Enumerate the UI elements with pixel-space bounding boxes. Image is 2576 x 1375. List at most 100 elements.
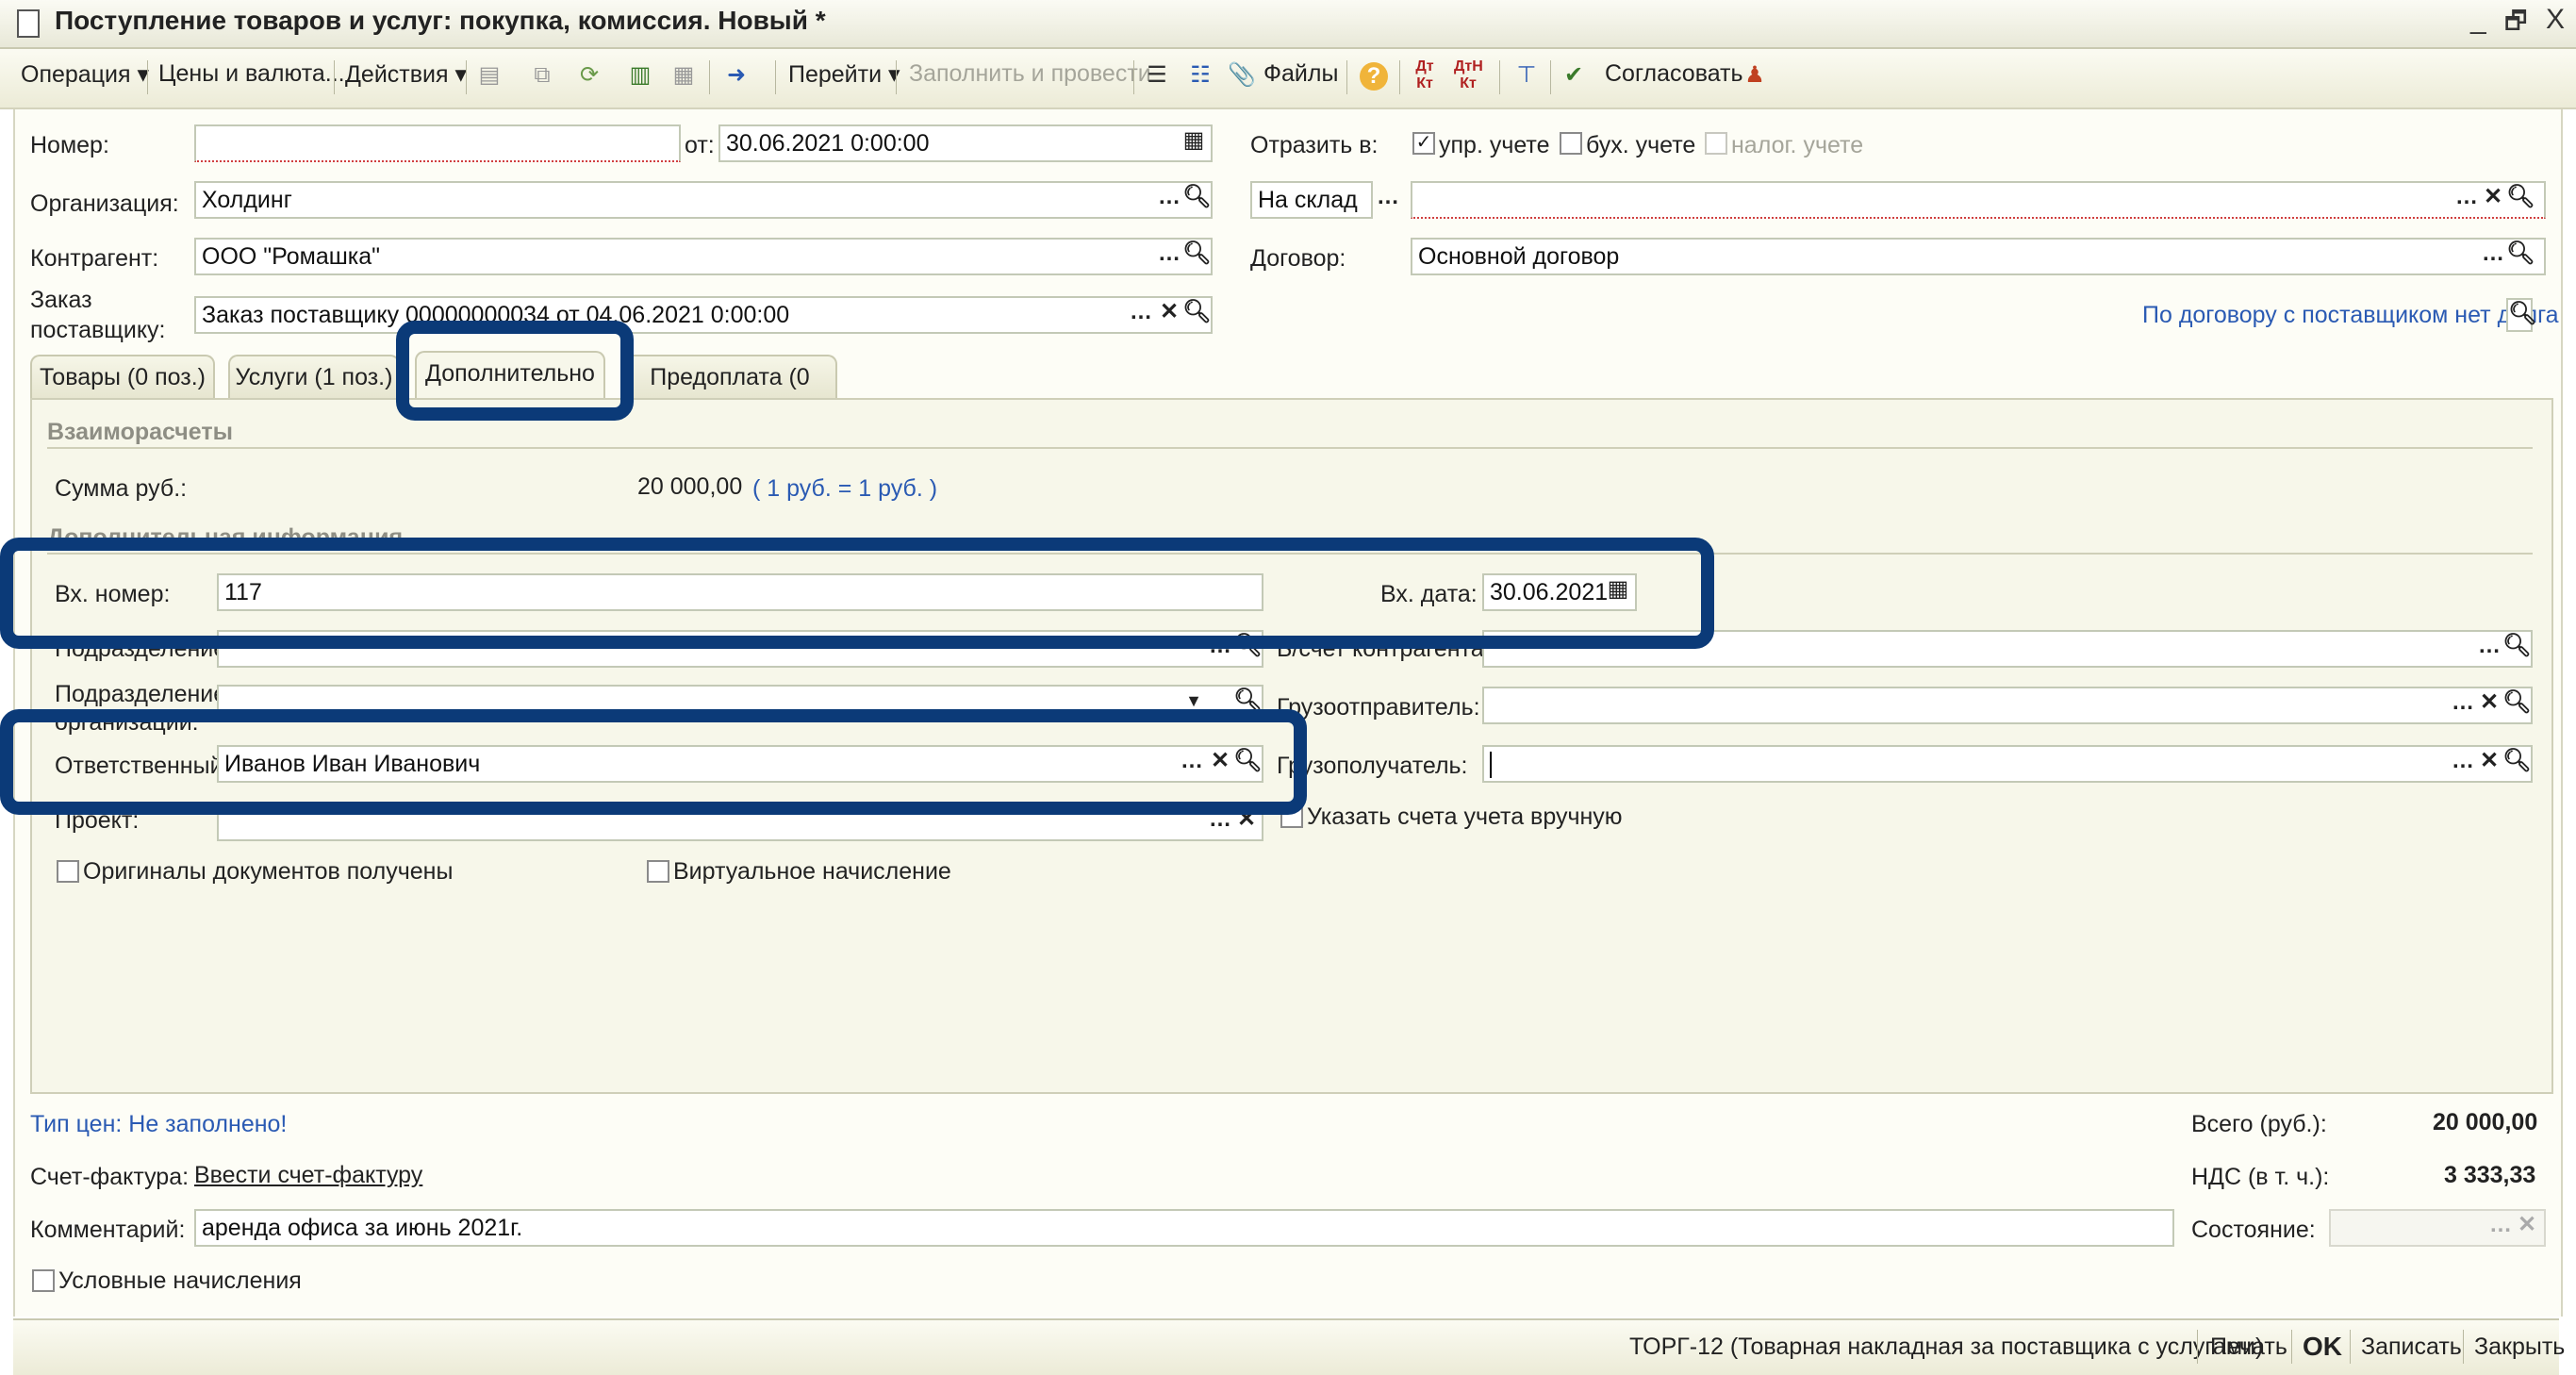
person-icon[interactable]: ♟ bbox=[1741, 58, 1769, 92]
fill-and-post-button[interactable]: Заполнить и провести bbox=[909, 60, 1151, 88]
state-select-button[interactable]: … bbox=[2487, 1211, 2514, 1245]
refresh-doc-icon[interactable]: ⟳ bbox=[575, 58, 603, 92]
print-button[interactable]: Печать bbox=[2210, 1334, 2287, 1361]
total-value: 20 000,00 bbox=[2433, 1109, 2538, 1135]
approve-icon[interactable]: ✔ bbox=[1560, 58, 1588, 92]
accounting-label: бух. учете bbox=[1586, 132, 1696, 158]
consignee-field[interactable] bbox=[1482, 745, 2533, 783]
counterparty-field[interactable]: ООО "Ромашка" bbox=[194, 238, 1213, 275]
copy-doc-icon[interactable]: ⧉ bbox=[528, 58, 556, 92]
close-window-button[interactable]: X bbox=[2546, 4, 2565, 36]
dt-kt-icon[interactable]: Дт Кт bbox=[1411, 58, 1439, 92]
unpost-doc-icon[interactable]: ▦ bbox=[669, 58, 698, 92]
minimize-button[interactable]: _ bbox=[2470, 4, 2486, 36]
number-label: Номер: bbox=[30, 132, 109, 158]
originals-received-checkbox[interactable] bbox=[57, 860, 79, 883]
mgmt-accounting-checkbox[interactable]: ✓ bbox=[1412, 132, 1435, 155]
toolbar-separator bbox=[896, 60, 897, 94]
counterparty-search-icon[interactable]: 🔍︎ bbox=[1182, 240, 1211, 273]
warehouse-clear-icon[interactable]: ✕ bbox=[2480, 183, 2506, 217]
structure-subordination-icon[interactable]: ⊤ bbox=[1512, 58, 1541, 92]
tax-accounting-checkbox[interactable] bbox=[1705, 132, 1727, 155]
dt-kt-n-icon[interactable]: ДтН Кт bbox=[1454, 58, 1483, 92]
exchange-rate-text: ( 1 руб. = 1 руб. ) bbox=[752, 475, 938, 502]
toolbar-separator bbox=[1499, 60, 1500, 94]
shipper-clear-icon[interactable]: ✕ bbox=[2476, 688, 2502, 722]
consignee-search-icon[interactable]: 🔍︎ bbox=[2502, 747, 2531, 781]
tab-prepayment[interactable]: Предоплата (0 поз.) bbox=[622, 355, 837, 432]
section-divider bbox=[47, 447, 2533, 449]
prices-currency-button[interactable]: Цены и валюта... bbox=[158, 60, 345, 88]
toolbar-separator bbox=[1133, 60, 1134, 94]
highlight-responsible bbox=[0, 709, 1307, 815]
bank-account-select-button[interactable]: … bbox=[2476, 632, 2502, 666]
approve-button[interactable]: Согласовать bbox=[1605, 60, 1743, 88]
contract-select-button[interactable]: … bbox=[2480, 240, 2506, 273]
bottombar-separator bbox=[2350, 1330, 2351, 1364]
window-title: Поступление товаров и услуг: покупка, ко… bbox=[55, 6, 826, 35]
torg12-print-button[interactable]: ТОРГ-12 (Товарная накладная за поставщик… bbox=[1629, 1334, 2263, 1361]
restore-button[interactable]: 🗗 bbox=[2504, 4, 2527, 45]
date-field[interactable]: 30.06.2021 0:00:00 bbox=[718, 124, 1213, 162]
bank-account-search-icon[interactable]: 🔍︎ bbox=[2502, 632, 2531, 666]
consignee-clear-icon[interactable]: ✕ bbox=[2476, 747, 2502, 781]
consignee-select-button[interactable]: … bbox=[2450, 747, 2476, 781]
counterparty-select-button[interactable]: … bbox=[1156, 240, 1182, 273]
bottombar-separator bbox=[2291, 1330, 2292, 1364]
operation-menu[interactable]: Операция ▾ bbox=[21, 60, 149, 89]
tab-services[interactable]: Услуги (1 поз.) bbox=[228, 355, 400, 400]
state-clear-icon[interactable]: ✕ bbox=[2514, 1211, 2540, 1245]
warehouse-type-select-button[interactable]: … bbox=[1375, 183, 1401, 217]
order-select-button[interactable]: … bbox=[1128, 298, 1154, 332]
sum-value: 20 000,00 bbox=[637, 473, 743, 500]
structure-icon[interactable]: ☰ bbox=[1143, 58, 1171, 92]
shipper-field[interactable] bbox=[1482, 687, 2533, 724]
order-clear-icon[interactable]: ✕ bbox=[1156, 298, 1182, 332]
contract-label: Договор: bbox=[1250, 245, 1346, 272]
ok-button[interactable]: OK bbox=[2303, 1332, 2342, 1362]
vat-label: НДС (в т. ч.): bbox=[2191, 1164, 2330, 1190]
toolbar-separator bbox=[334, 60, 335, 94]
shipper-select-button[interactable]: … bbox=[2450, 688, 2476, 722]
enter-invoice-link[interactable]: Ввести счет-фактуру bbox=[194, 1162, 422, 1189]
contract-search-icon[interactable]: 🔍︎ bbox=[2506, 240, 2535, 273]
list-icon[interactable]: ☷ bbox=[1186, 58, 1214, 92]
files-button[interactable]: Файлы bbox=[1263, 60, 1338, 88]
warehouse-search-icon[interactable]: 🔍︎ bbox=[2506, 183, 2535, 217]
text-cursor bbox=[1490, 752, 1492, 779]
toolbar: Операция ▾ Цены и валюта... Действия ▾ ▤… bbox=[0, 49, 2576, 109]
warehouse-type-field[interactable]: На склад bbox=[1250, 181, 1373, 219]
shipper-search-icon[interactable]: 🔍︎ bbox=[2502, 688, 2531, 722]
warehouse-field[interactable] bbox=[1411, 181, 2546, 219]
number-field[interactable] bbox=[194, 124, 681, 162]
supplier-order-field[interactable]: Заказ поставщику 00000000034 от 04.06.20… bbox=[194, 296, 1213, 334]
order-search-icon[interactable]: 🔍︎ bbox=[1182, 298, 1211, 332]
conditional-accruals-checkbox[interactable] bbox=[32, 1269, 55, 1292]
document-window: Поступление товаров и услуг: покупка, ко… bbox=[0, 0, 2576, 1375]
virtual-accrual-checkbox[interactable] bbox=[647, 860, 669, 883]
org-search-icon[interactable]: 🔍︎ bbox=[1182, 183, 1211, 217]
calendar-icon[interactable]: ▦ bbox=[1181, 126, 1207, 160]
comment-field[interactable]: аренда офиса за июнь 2021г. bbox=[194, 1209, 2174, 1247]
price-type-link[interactable]: Тип цен: Не заполнено! bbox=[30, 1111, 287, 1138]
help-icon[interactable]: ? bbox=[1360, 62, 1388, 91]
comment-label: Комментарий: bbox=[30, 1217, 186, 1243]
warehouse-select-button[interactable]: … bbox=[2453, 183, 2480, 217]
goto-menu[interactable]: Перейти ▾ bbox=[788, 60, 900, 89]
org-division-label-line1: Подразделение bbox=[55, 681, 227, 707]
post-doc-icon[interactable]: ▥ bbox=[626, 58, 654, 92]
close-button[interactable]: Закрыть bbox=[2474, 1334, 2565, 1361]
based-on-icon[interactable]: ➜ bbox=[722, 58, 751, 92]
debt-search-icon[interactable]: 🔍︎ bbox=[2506, 298, 2536, 332]
org-select-button[interactable]: … bbox=[1156, 183, 1182, 217]
organization-field[interactable]: Холдинг bbox=[194, 181, 1213, 219]
paperclip-icon[interactable]: 📎 bbox=[1228, 58, 1256, 92]
accounting-checkbox[interactable] bbox=[1560, 132, 1582, 155]
order-label-line1: Заказ bbox=[30, 287, 92, 313]
debt-status-link[interactable]: По договору с поставщиком нет долга bbox=[2142, 302, 2559, 329]
tab-goods[interactable]: Товары (0 поз.) bbox=[30, 355, 215, 400]
actions-menu[interactable]: Действия ▾ bbox=[345, 60, 467, 89]
save-doc-icon[interactable]: ▤ bbox=[475, 58, 504, 92]
contract-field[interactable]: Основной договор bbox=[1411, 238, 2546, 275]
save-button[interactable]: Записать bbox=[2361, 1334, 2462, 1361]
